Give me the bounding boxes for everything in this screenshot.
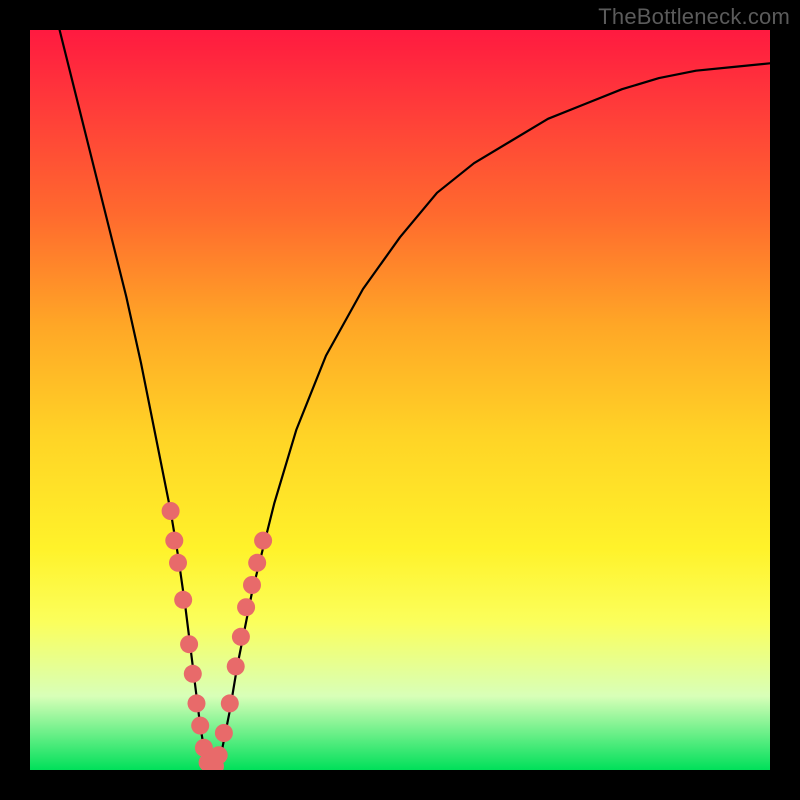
marker-layer <box>162 502 273 770</box>
data-marker <box>248 554 266 572</box>
chart-overlay-svg <box>30 30 770 770</box>
data-marker <box>243 576 261 594</box>
plot-area <box>30 30 770 770</box>
data-marker <box>254 532 272 550</box>
data-marker <box>165 532 183 550</box>
bottleneck-curve <box>60 30 770 770</box>
data-marker <box>162 502 180 520</box>
chart-frame: TheBottleneck.com <box>0 0 800 800</box>
data-marker <box>180 635 198 653</box>
data-marker <box>184 665 202 683</box>
curve-layer <box>60 30 770 770</box>
data-marker <box>232 628 250 646</box>
data-marker <box>210 746 228 764</box>
watermark-text: TheBottleneck.com <box>598 4 790 30</box>
data-marker <box>169 554 187 572</box>
data-marker <box>221 694 239 712</box>
data-marker <box>215 724 233 742</box>
data-marker <box>188 694 206 712</box>
data-marker <box>174 591 192 609</box>
data-marker <box>227 657 245 675</box>
data-marker <box>191 717 209 735</box>
data-marker <box>237 598 255 616</box>
